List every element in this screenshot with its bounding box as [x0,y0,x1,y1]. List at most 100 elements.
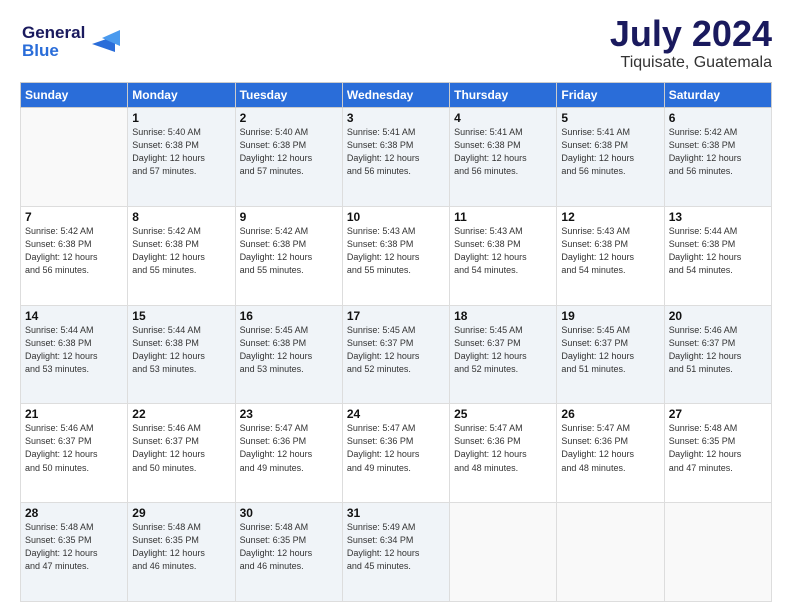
table-row: 17Sunrise: 5:45 AM Sunset: 6:37 PM Dayli… [342,305,449,404]
day-number: 11 [454,210,552,224]
day-info: Sunrise: 5:45 AM Sunset: 6:38 PM Dayligh… [240,324,338,376]
table-row: 30Sunrise: 5:48 AM Sunset: 6:35 PM Dayli… [235,503,342,602]
col-sunday: Sunday [21,83,128,108]
table-row [557,503,664,602]
day-info: Sunrise: 5:47 AM Sunset: 6:36 PM Dayligh… [347,422,445,474]
day-info: Sunrise: 5:43 AM Sunset: 6:38 PM Dayligh… [454,225,552,277]
table-row: 14Sunrise: 5:44 AM Sunset: 6:38 PM Dayli… [21,305,128,404]
day-info: Sunrise: 5:42 AM Sunset: 6:38 PM Dayligh… [132,225,230,277]
table-row: 22Sunrise: 5:46 AM Sunset: 6:37 PM Dayli… [128,404,235,503]
day-number: 13 [669,210,767,224]
day-number: 8 [132,210,230,224]
day-info: Sunrise: 5:45 AM Sunset: 6:37 PM Dayligh… [454,324,552,376]
day-number: 18 [454,309,552,323]
day-number: 19 [561,309,659,323]
table-row: 9Sunrise: 5:42 AM Sunset: 6:38 PM Daylig… [235,206,342,305]
col-monday: Monday [128,83,235,108]
day-info: Sunrise: 5:42 AM Sunset: 6:38 PM Dayligh… [240,225,338,277]
page: General Blue July 2024 Tiquisate, Guatem… [0,0,792,612]
day-number: 6 [669,111,767,125]
table-row: 26Sunrise: 5:47 AM Sunset: 6:36 PM Dayli… [557,404,664,503]
table-row: 18Sunrise: 5:45 AM Sunset: 6:37 PM Dayli… [450,305,557,404]
day-number: 22 [132,407,230,421]
day-info: Sunrise: 5:48 AM Sunset: 6:35 PM Dayligh… [669,422,767,474]
day-number: 1 [132,111,230,125]
col-thursday: Thursday [450,83,557,108]
header-row: Sunday Monday Tuesday Wednesday Thursday… [21,83,772,108]
day-number: 23 [240,407,338,421]
table-row: 11Sunrise: 5:43 AM Sunset: 6:38 PM Dayli… [450,206,557,305]
day-info: Sunrise: 5:48 AM Sunset: 6:35 PM Dayligh… [240,521,338,573]
table-row: 21Sunrise: 5:46 AM Sunset: 6:37 PM Dayli… [21,404,128,503]
table-row: 1Sunrise: 5:40 AM Sunset: 6:38 PM Daylig… [128,108,235,207]
day-number: 10 [347,210,445,224]
day-number: 2 [240,111,338,125]
day-info: Sunrise: 5:40 AM Sunset: 6:38 PM Dayligh… [132,126,230,178]
day-number: 20 [669,309,767,323]
svg-text:Blue: Blue [22,41,59,60]
day-number: 25 [454,407,552,421]
day-info: Sunrise: 5:44 AM Sunset: 6:38 PM Dayligh… [25,324,123,376]
title-area: July 2024 Tiquisate, Guatemala [610,16,772,72]
header: General Blue July 2024 Tiquisate, Guatem… [20,16,772,72]
calendar-week-2: 7Sunrise: 5:42 AM Sunset: 6:38 PM Daylig… [21,206,772,305]
day-info: Sunrise: 5:43 AM Sunset: 6:38 PM Dayligh… [347,225,445,277]
table-row: 12Sunrise: 5:43 AM Sunset: 6:38 PM Dayli… [557,206,664,305]
day-info: Sunrise: 5:44 AM Sunset: 6:38 PM Dayligh… [669,225,767,277]
day-info: Sunrise: 5:46 AM Sunset: 6:37 PM Dayligh… [25,422,123,474]
day-info: Sunrise: 5:47 AM Sunset: 6:36 PM Dayligh… [561,422,659,474]
col-friday: Friday [557,83,664,108]
calendar-week-5: 28Sunrise: 5:48 AM Sunset: 6:35 PM Dayli… [21,503,772,602]
table-row: 13Sunrise: 5:44 AM Sunset: 6:38 PM Dayli… [664,206,771,305]
day-info: Sunrise: 5:41 AM Sunset: 6:38 PM Dayligh… [454,126,552,178]
day-number: 27 [669,407,767,421]
table-row: 24Sunrise: 5:47 AM Sunset: 6:36 PM Dayli… [342,404,449,503]
day-info: Sunrise: 5:40 AM Sunset: 6:38 PM Dayligh… [240,126,338,178]
day-number: 17 [347,309,445,323]
day-info: Sunrise: 5:45 AM Sunset: 6:37 PM Dayligh… [347,324,445,376]
day-number: 15 [132,309,230,323]
col-tuesday: Tuesday [235,83,342,108]
day-info: Sunrise: 5:46 AM Sunset: 6:37 PM Dayligh… [132,422,230,474]
day-info: Sunrise: 5:45 AM Sunset: 6:37 PM Dayligh… [561,324,659,376]
day-info: Sunrise: 5:47 AM Sunset: 6:36 PM Dayligh… [454,422,552,474]
table-row: 27Sunrise: 5:48 AM Sunset: 6:35 PM Dayli… [664,404,771,503]
day-info: Sunrise: 5:43 AM Sunset: 6:38 PM Dayligh… [561,225,659,277]
logo: General Blue [20,16,130,69]
day-info: Sunrise: 5:42 AM Sunset: 6:38 PM Dayligh… [669,126,767,178]
day-info: Sunrise: 5:41 AM Sunset: 6:38 PM Dayligh… [561,126,659,178]
col-wednesday: Wednesday [342,83,449,108]
table-row: 3Sunrise: 5:41 AM Sunset: 6:38 PM Daylig… [342,108,449,207]
table-row [450,503,557,602]
table-row [664,503,771,602]
day-number: 21 [25,407,123,421]
table-row [21,108,128,207]
day-info: Sunrise: 5:44 AM Sunset: 6:38 PM Dayligh… [132,324,230,376]
calendar-table: Sunday Monday Tuesday Wednesday Thursday… [20,82,772,602]
day-number: 29 [132,506,230,520]
day-number: 14 [25,309,123,323]
day-number: 5 [561,111,659,125]
day-info: Sunrise: 5:47 AM Sunset: 6:36 PM Dayligh… [240,422,338,474]
calendar-week-1: 1Sunrise: 5:40 AM Sunset: 6:38 PM Daylig… [21,108,772,207]
col-saturday: Saturday [664,83,771,108]
table-row: 25Sunrise: 5:47 AM Sunset: 6:36 PM Dayli… [450,404,557,503]
table-row: 6Sunrise: 5:42 AM Sunset: 6:38 PM Daylig… [664,108,771,207]
calendar-week-3: 14Sunrise: 5:44 AM Sunset: 6:38 PM Dayli… [21,305,772,404]
table-row: 5Sunrise: 5:41 AM Sunset: 6:38 PM Daylig… [557,108,664,207]
table-row: 15Sunrise: 5:44 AM Sunset: 6:38 PM Dayli… [128,305,235,404]
day-info: Sunrise: 5:48 AM Sunset: 6:35 PM Dayligh… [132,521,230,573]
day-info: Sunrise: 5:42 AM Sunset: 6:38 PM Dayligh… [25,225,123,277]
table-row: 8Sunrise: 5:42 AM Sunset: 6:38 PM Daylig… [128,206,235,305]
day-number: 3 [347,111,445,125]
day-info: Sunrise: 5:41 AM Sunset: 6:38 PM Dayligh… [347,126,445,178]
table-row: 19Sunrise: 5:45 AM Sunset: 6:37 PM Dayli… [557,305,664,404]
table-row: 20Sunrise: 5:46 AM Sunset: 6:37 PM Dayli… [664,305,771,404]
logo-text: General Blue [20,16,130,69]
day-number: 16 [240,309,338,323]
day-number: 24 [347,407,445,421]
table-row: 4Sunrise: 5:41 AM Sunset: 6:38 PM Daylig… [450,108,557,207]
day-number: 4 [454,111,552,125]
table-row: 16Sunrise: 5:45 AM Sunset: 6:38 PM Dayli… [235,305,342,404]
table-row: 29Sunrise: 5:48 AM Sunset: 6:35 PM Dayli… [128,503,235,602]
